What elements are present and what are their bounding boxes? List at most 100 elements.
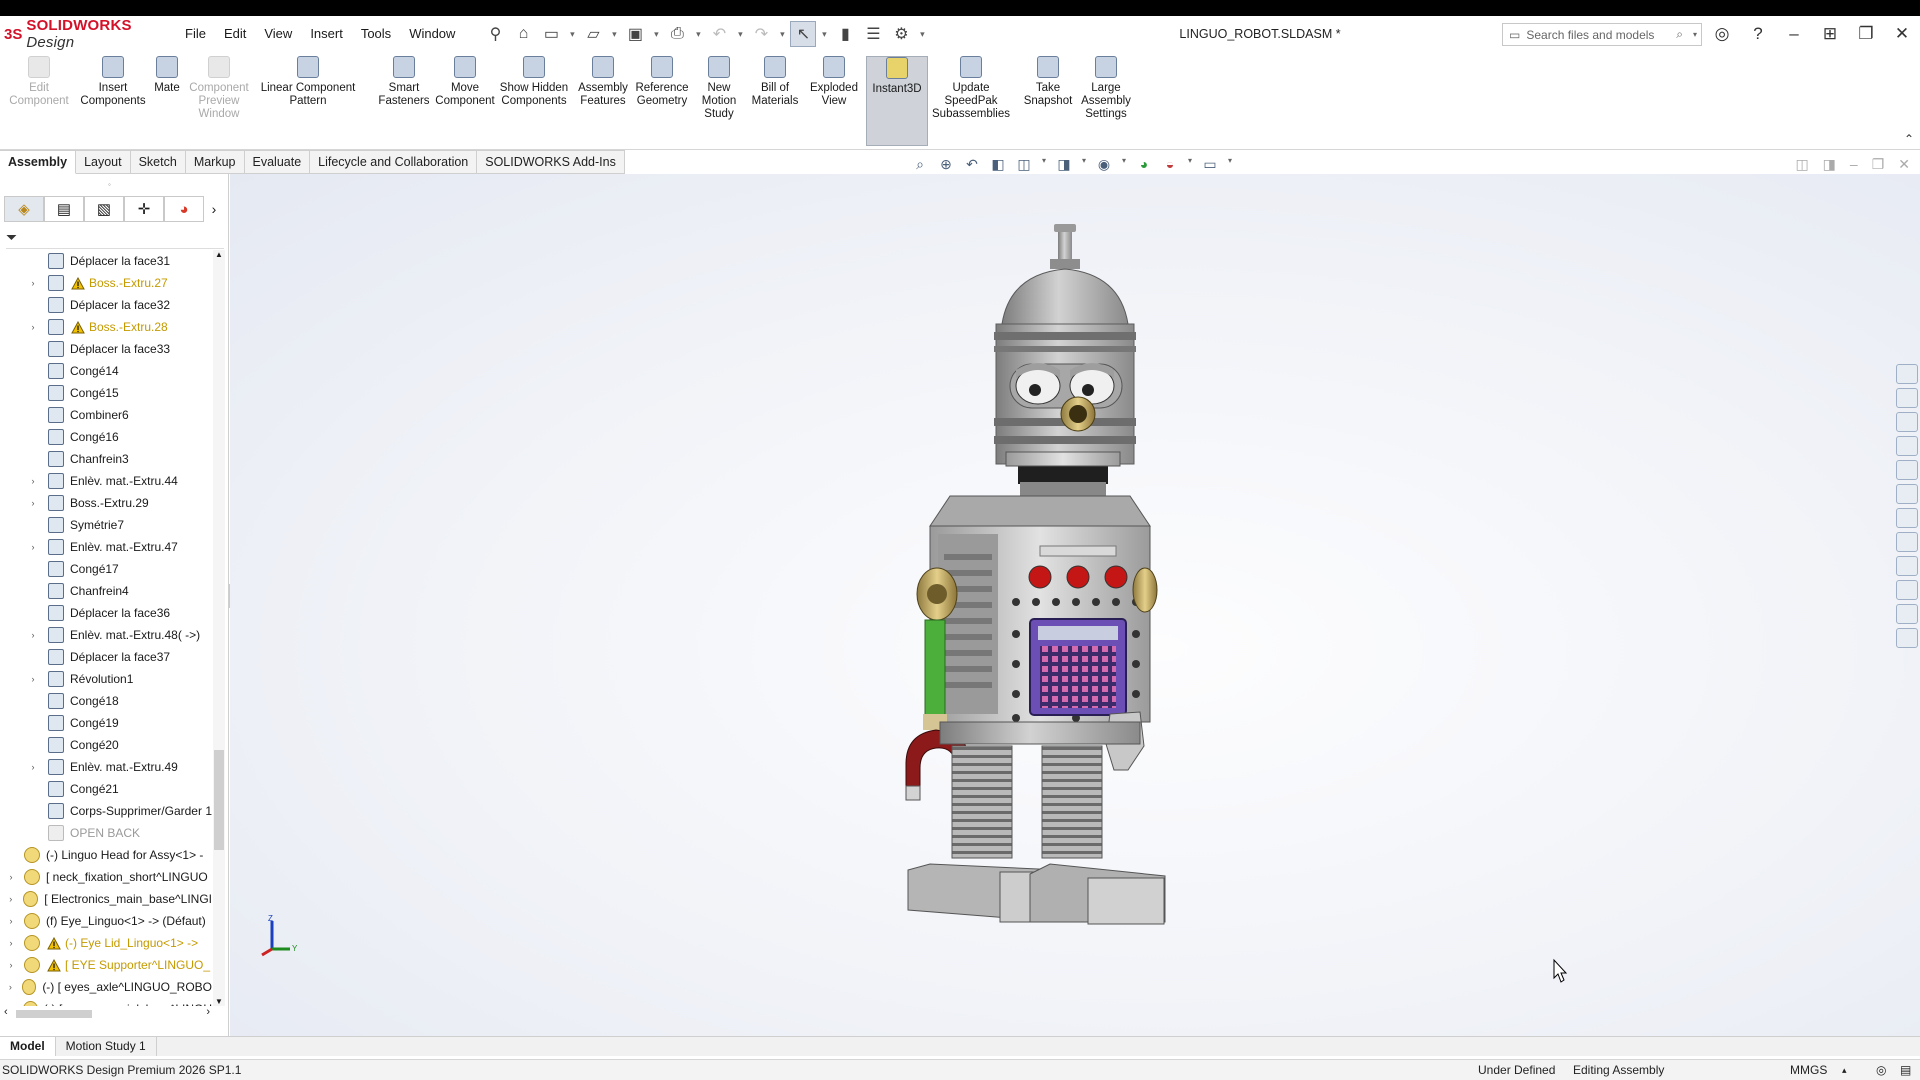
- rebuild-icon[interactable]: ▮: [832, 21, 858, 47]
- tree-item[interactable]: › Boss.-Extru.27: [0, 272, 212, 294]
- menu-tools[interactable]: Tools: [352, 16, 400, 52]
- more-tabs-chevron-icon[interactable]: ›: [204, 201, 224, 217]
- view-orientation-dropdown-icon[interactable]: ▾: [1040, 156, 1048, 174]
- tab-sketch[interactable]: Sketch: [130, 150, 186, 174]
- tree-item[interactable]: › [ Electronics_main_base^LINGI: [0, 888, 212, 910]
- tree-item[interactable]: › Enlèv. mat.-Extru.48( ->): [0, 624, 212, 646]
- viewport-tile-icon[interactable]: ◨: [1823, 156, 1836, 173]
- display-style-dropdown-icon[interactable]: ▾: [1080, 156, 1088, 174]
- design-library-icon[interactable]: [1896, 412, 1918, 432]
- scroll-down-arrow-icon[interactable]: ▼: [213, 997, 225, 1006]
- save-icon[interactable]: ▣: [622, 21, 648, 47]
- expand-chevron-icon[interactable]: ›: [28, 476, 38, 486]
- scroll-thumb[interactable]: [214, 750, 224, 850]
- tree-vertical-scrollbar[interactable]: ▲ ▼: [213, 250, 225, 1006]
- tab-motion-study-1[interactable]: Motion Study 1: [56, 1037, 157, 1056]
- simulation-icon[interactable]: [1896, 604, 1918, 624]
- help-icon[interactable]: ?: [1740, 24, 1776, 44]
- expand-chevron-icon[interactable]: ›: [6, 872, 16, 882]
- scroll-right-arrow-icon[interactable]: ›: [206, 1006, 210, 1018]
- tree-item[interactable]: › Enlèv. mat.-Extru.47: [0, 536, 212, 558]
- tree-item[interactable]: Déplacer la face31: [0, 250, 212, 272]
- account-icon[interactable]: ◎: [1704, 24, 1740, 44]
- undo-icon[interactable]: ↶: [706, 21, 732, 47]
- expand-chevron-icon[interactable]: ›: [6, 916, 16, 926]
- insert-components-button[interactable]: Insert Components: [74, 56, 152, 146]
- new-document-icon[interactable]: ▭: [538, 21, 564, 47]
- search-icon[interactable]: ⌕: [1676, 27, 1683, 42]
- tree-item[interactable]: Congé16: [0, 426, 212, 448]
- apply-scene-icon[interactable]: ◒: [1160, 156, 1180, 174]
- tree-item[interactable]: (-) Linguo Head for Assy<1> -: [0, 844, 212, 866]
- move-component-button[interactable]: Move Component: [430, 56, 500, 146]
- notifications-icon[interactable]: ▤: [1900, 1060, 1911, 1080]
- custom-properties-icon[interactable]: [1896, 508, 1918, 528]
- tree-item[interactable]: Déplacer la face33: [0, 338, 212, 360]
- view-settings-icon[interactable]: ▭: [1200, 156, 1220, 174]
- tree-item[interactable]: › (-) [ eyes_axle^LINGUO_ROBO: [0, 976, 212, 998]
- panel-grip-icon[interactable]: ◦: [108, 180, 111, 189]
- expand-chevron-icon[interactable]: ›: [6, 894, 15, 904]
- mate-button[interactable]: Mate: [152, 56, 182, 146]
- tab-evaluate[interactable]: Evaluate: [244, 150, 311, 174]
- tree-filter[interactable]: ⏷: [6, 227, 224, 249]
- home-icon[interactable]: ⌂: [510, 21, 536, 47]
- undo-dropdown-icon[interactable]: ▾: [734, 21, 746, 47]
- exploded-view-button[interactable]: Exploded View: [806, 56, 862, 146]
- tree-item[interactable]: Congé19: [0, 712, 212, 734]
- close-button[interactable]: ✕: [1884, 24, 1920, 44]
- search-box[interactable]: ▭ Search files and models ⌕ ▾: [1502, 23, 1702, 46]
- new-dropdown-icon[interactable]: ▾: [566, 21, 578, 47]
- show-hidden-components-button[interactable]: Show Hidden Components: [496, 56, 572, 146]
- expand-chevron-icon[interactable]: ›: [28, 630, 38, 640]
- previous-view-icon[interactable]: ↶: [962, 156, 982, 174]
- tree-item[interactable]: Chanfrein4: [0, 580, 212, 602]
- tree-item[interactable]: › [ EYE Supporter^LINGUO_: [0, 954, 212, 976]
- feature-manager-tab-icon[interactable]: ◈: [4, 196, 44, 222]
- tree-item[interactable]: Congé21: [0, 778, 212, 800]
- print-icon[interactable]: ⎙: [664, 21, 690, 47]
- minimize-button[interactable]: –: [1776, 24, 1812, 44]
- tree-horizontal-scrollbar[interactable]: ‹ ›: [4, 1006, 210, 1020]
- large-assembly-settings-button[interactable]: Large Assembly Settings: [1076, 56, 1136, 146]
- rebuild-status-icon[interactable]: ◎: [1876, 1060, 1886, 1080]
- tree-item[interactable]: › [ neck_fixation_short^LINGUO: [0, 866, 212, 888]
- linear-component-pattern-button[interactable]: Linear Component Pattern: [256, 56, 360, 146]
- hscroll-thumb[interactable]: [16, 1010, 92, 1018]
- tree-item[interactable]: Déplacer la face37: [0, 646, 212, 668]
- tree-item[interactable]: Corps-Supprimer/Garder 1: [0, 800, 212, 822]
- scroll-up-arrow-icon[interactable]: ▲: [213, 250, 225, 259]
- tree-item[interactable]: › Révolution1: [0, 668, 212, 690]
- zoom-to-area-icon[interactable]: ⊕: [936, 156, 956, 174]
- select-cursor-icon[interactable]: ↖: [790, 21, 817, 47]
- file-properties-icon[interactable]: ☰: [860, 21, 886, 47]
- redo-dropdown-icon[interactable]: ▾: [776, 21, 788, 47]
- expand-chevron-icon[interactable]: ›: [28, 674, 38, 684]
- tree-item[interactable]: › Enlèv. mat.-Extru.49: [0, 756, 212, 778]
- view-orientation-icon[interactable]: ◫: [1014, 156, 1034, 174]
- expand-chevron-icon[interactable]: ›: [28, 322, 38, 332]
- options-dropdown-icon[interactable]: ▾: [916, 21, 928, 47]
- open-dropdown-icon[interactable]: ▾: [608, 21, 620, 47]
- solidworks-logo[interactable]: 3S SOLIDWORKS Design: [0, 17, 176, 51]
- file-explorer-icon[interactable]: [1896, 436, 1918, 456]
- view-settings-dropdown-icon[interactable]: ▾: [1226, 156, 1234, 174]
- graphics-area[interactable]: Z Y: [230, 174, 1920, 1036]
- dimxpert-tab-icon[interactable]: ✛: [124, 196, 164, 222]
- tab-model[interactable]: Model: [0, 1037, 56, 1056]
- open-folder-icon[interactable]: ▱: [580, 21, 606, 47]
- units-dropdown-icon[interactable]: ▴: [1842, 1060, 1847, 1080]
- scroll-left-arrow-icon[interactable]: ‹: [4, 1006, 8, 1018]
- smart-fasteners-button[interactable]: Smart Fasteners: [374, 56, 434, 146]
- split-view-icon[interactable]: ◫: [1795, 156, 1808, 173]
- expand-chevron-icon[interactable]: ›: [6, 938, 16, 948]
- edit-appearance-icon[interactable]: ◕: [1134, 156, 1154, 174]
- expand-chevron-icon[interactable]: ›: [28, 278, 38, 288]
- apply-scene-dropdown-icon[interactable]: ▾: [1186, 156, 1194, 174]
- tree-item[interactable]: › (-) Eye Lid_Linguo<1> ->: [0, 932, 212, 954]
- expand-chevron-icon[interactable]: ›: [28, 498, 38, 508]
- zoom-to-fit-icon[interactable]: ⌕: [910, 156, 930, 174]
- tree-item[interactable]: Congé17: [0, 558, 212, 580]
- view-palette-icon[interactable]: [1896, 460, 1918, 480]
- hide-show-items-icon[interactable]: ◉: [1094, 156, 1114, 174]
